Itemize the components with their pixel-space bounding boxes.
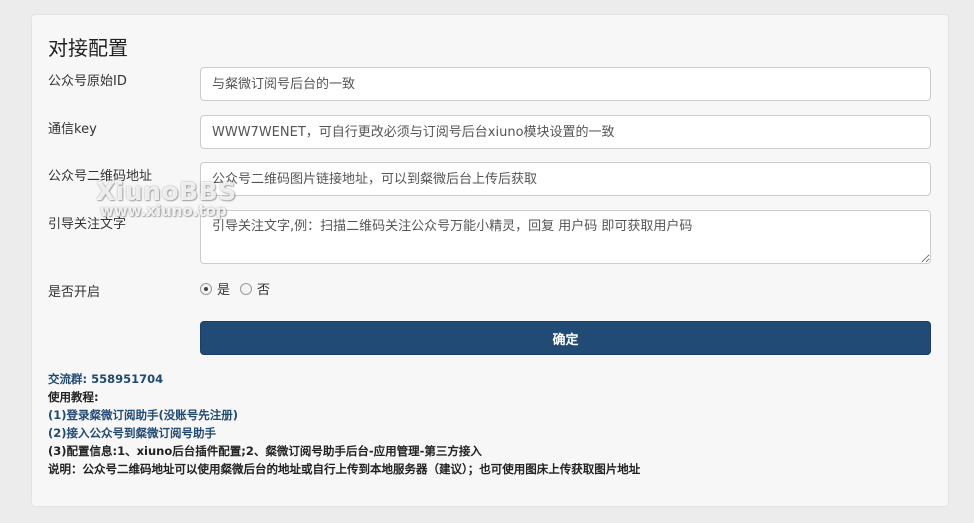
page-title: 对接配置 (48, 36, 128, 60)
label-comm-key: 通信key (48, 122, 97, 137)
group-label: 交流群: (48, 372, 88, 386)
guide-text-textarea[interactable] (200, 210, 931, 264)
label-qrcode-url: 公众号二维码地址 (48, 169, 153, 184)
radio-yes-label: 是 (217, 283, 231, 298)
comm-key-input[interactable] (200, 115, 931, 149)
enable-radio-group: 是 否 (200, 279, 280, 298)
confirm-button[interactable]: 确定 (200, 321, 931, 355)
radio-no-label: 否 (257, 283, 271, 298)
radio-no-dot[interactable] (240, 282, 253, 295)
original-id-input[interactable] (200, 67, 931, 101)
tutorial-label: 使用教程: (48, 390, 99, 404)
label-original-id: 公众号原始ID (48, 74, 127, 89)
config-panel: 对接配置 公众号原始ID 通信key 公众号二维码地址 引导关注文字 是否开启 … (31, 14, 949, 507)
radio-no[interactable]: 否 (240, 279, 270, 298)
radio-yes[interactable]: 是 (200, 279, 230, 298)
info-block: 交流群: 558951704 使用教程: (1)登录粲微订阅助手(没账号先注册)… (48, 370, 640, 478)
tutorial-step-3: (3)配置信息:1、xiuno后台插件配置;2、粲微订阅号助手后台-应用管理-第… (48, 444, 482, 458)
tutorial-step-2-link[interactable]: (2)接入公众号到粲微订阅号助手 (48, 424, 640, 442)
label-guide-text: 引导关注文字 (48, 217, 127, 232)
group-number: 558951704 (91, 372, 164, 386)
qrcode-url-input[interactable] (200, 162, 931, 196)
radio-yes-dot[interactable] (200, 282, 212, 295)
group-line: 交流群: 558951704 (48, 370, 640, 388)
note-text: 说明：公众号二维码地址可以使用粲微后台的地址或自行上传到本地服务器（建议）；也可… (48, 462, 641, 476)
label-enable: 是否开启 (48, 285, 101, 300)
tutorial-step-1-link[interactable]: (1)登录粲微订阅助手(没账号先注册) (48, 406, 640, 424)
